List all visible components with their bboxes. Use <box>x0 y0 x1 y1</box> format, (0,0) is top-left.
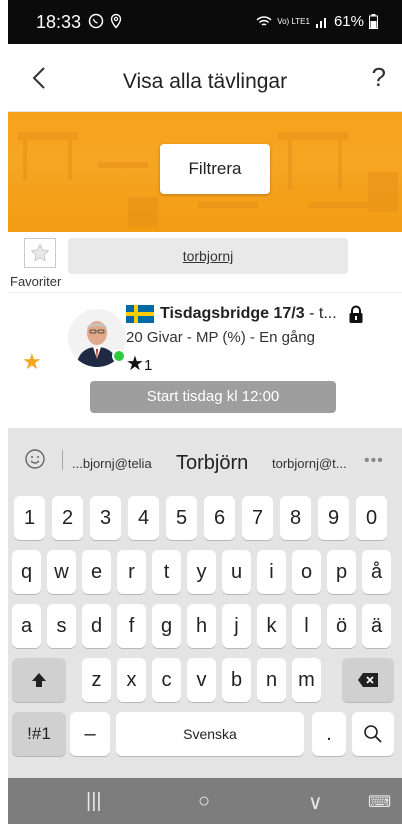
favorite-star-icon[interactable]: ★ <box>22 349 42 375</box>
key[interactable]: n <box>257 658 286 702</box>
favorites-label: Favoriter <box>10 274 62 289</box>
on-screen-keyboard: ...bjornj@telia Torbjörn torbjornj@t... … <box>8 428 402 778</box>
key[interactable]: c <box>152 658 181 702</box>
key[interactable]: u <box>222 550 251 594</box>
key[interactable]: z <box>82 658 111 702</box>
competition-info: 20 Givar - MP (%) - En gång <box>126 329 315 346</box>
system-nav-bar: ||| ○ ∨ ⌨ <box>8 778 402 824</box>
competition-card[interactable]: ★ Tisdagsbridge 17/3 - t... 20 Givar - M… <box>8 292 402 428</box>
app-bar: Visa alla tävlingar ? <box>8 44 402 112</box>
backspace-icon <box>358 673 378 687</box>
key[interactable]: t <box>152 550 181 594</box>
status-time: 18:33 <box>36 12 82 32</box>
key[interactable]: k <box>257 604 286 648</box>
suggestion-3[interactable]: torbjornj@t... <box>272 456 347 471</box>
rating-value: 1 <box>143 357 153 374</box>
hide-keyboard-button[interactable]: ∨ <box>308 790 323 815</box>
key[interactable]: ä <box>362 604 391 648</box>
recents-button[interactable]: ||| <box>86 790 102 813</box>
key[interactable]: a <box>12 604 41 648</box>
key[interactable]: 2 <box>52 496 83 540</box>
key[interactable]: 0 <box>356 496 387 540</box>
page-title: Visa alla tävlingar <box>122 70 288 93</box>
key[interactable]: y <box>187 550 216 594</box>
help-button[interactable]: ? <box>372 62 386 93</box>
key[interactable]: p <box>327 550 356 594</box>
key[interactable]: 3 <box>90 496 121 540</box>
competition-name: Tisdagsbridge 17/3 - t... <box>160 305 337 323</box>
key[interactable]: å <box>362 550 391 594</box>
start-time-button[interactable]: Start tisdag kl 12:00 <box>90 381 336 413</box>
battery-icon <box>369 14 378 29</box>
key[interactable]: o <box>292 550 321 594</box>
competition-rating: ★1 <box>126 351 152 376</box>
lock-icon <box>349 305 363 323</box>
key[interactable]: ö <box>327 604 356 648</box>
keyboard-row-numbers: 1 2 3 4 5 6 7 8 9 0 <box>8 496 402 542</box>
key[interactable]: g <box>152 604 181 648</box>
key[interactable]: x <box>117 658 146 702</box>
keyboard-row-3: z x c v b n m <box>8 658 402 704</box>
key[interactable]: v <box>187 658 216 702</box>
suggestion-separator <box>62 450 63 470</box>
competition-name-rest: - t... <box>304 305 337 322</box>
key[interactable]: d <box>82 604 111 648</box>
filter-button[interactable]: Filtrera <box>160 144 270 194</box>
signal-icon <box>315 17 326 28</box>
favorites-toggle[interactable] <box>24 238 56 268</box>
key[interactable]: m <box>292 658 321 702</box>
key[interactable]: f <box>117 604 146 648</box>
shift-key[interactable] <box>12 658 66 702</box>
search-key[interactable] <box>352 712 394 756</box>
suggestion-1[interactable]: ...bjornj@telia <box>72 456 152 471</box>
keyboard-row-1: q w e r t y u i o p å <box>8 550 402 596</box>
status-bar: 18:33 Vo) LTE1 61% <box>8 0 402 44</box>
key[interactable]: h <box>187 604 216 648</box>
key[interactable]: s <box>47 604 76 648</box>
keyboard-row-2: a s d f g h j k l ö ä <box>8 604 402 650</box>
star-outline-icon <box>30 243 50 262</box>
sweden-flag-icon <box>126 305 154 323</box>
location-icon <box>110 13 122 29</box>
key[interactable]: 1 <box>14 496 45 540</box>
rating-star-icon: ★ <box>126 353 144 375</box>
more-suggestions-icon[interactable]: ••• <box>364 452 384 470</box>
emoji-icon[interactable] <box>22 446 48 472</box>
key[interactable]: w <box>47 550 76 594</box>
battery-percent: 61% <box>333 13 364 30</box>
whatsapp-icon <box>88 13 104 29</box>
key[interactable]: l <box>292 604 321 648</box>
key[interactable]: 9 <box>318 496 349 540</box>
symbols-key[interactable]: !#1 <box>12 712 66 756</box>
key[interactable]: 7 <box>242 496 273 540</box>
key[interactable]: 4 <box>128 496 159 540</box>
keyboard-row-bottom: !#1 – Svenska . <box>8 712 402 758</box>
home-button[interactable]: ○ <box>198 790 210 813</box>
period-key[interactable]: . <box>312 712 346 756</box>
key[interactable]: j <box>222 604 251 648</box>
key[interactable]: e <box>82 550 111 594</box>
key[interactable]: b <box>222 658 251 702</box>
space-key[interactable]: Svenska <box>116 712 304 756</box>
username-field[interactable]: torbjornj <box>68 238 348 274</box>
suggestion-2[interactable]: Torbjörn <box>176 452 248 475</box>
competition-name-bold: Tisdagsbridge 17/3 <box>160 305 305 322</box>
suggestion-bar: ...bjornj@telia Torbjörn torbjornj@t... … <box>8 428 402 490</box>
dash-key[interactable]: – <box>70 712 110 756</box>
search-icon <box>364 725 382 743</box>
key[interactable]: 8 <box>280 496 311 540</box>
header-banner: Filtrera <box>8 112 402 232</box>
key[interactable]: 5 <box>166 496 197 540</box>
key[interactable]: 6 <box>204 496 235 540</box>
user-bar: Favoriter torbjornj <box>8 232 402 292</box>
shift-arrow-icon <box>32 673 46 687</box>
key[interactable]: q <box>12 550 41 594</box>
volte-label: Vo) LTE1 <box>277 16 310 26</box>
wifi-icon <box>256 15 272 26</box>
key[interactable]: r <box>117 550 146 594</box>
keyboard-switch-icon[interactable]: ⌨ <box>368 792 391 812</box>
online-status-dot <box>112 349 126 363</box>
key[interactable]: i <box>257 550 286 594</box>
backspace-key[interactable] <box>342 658 394 702</box>
